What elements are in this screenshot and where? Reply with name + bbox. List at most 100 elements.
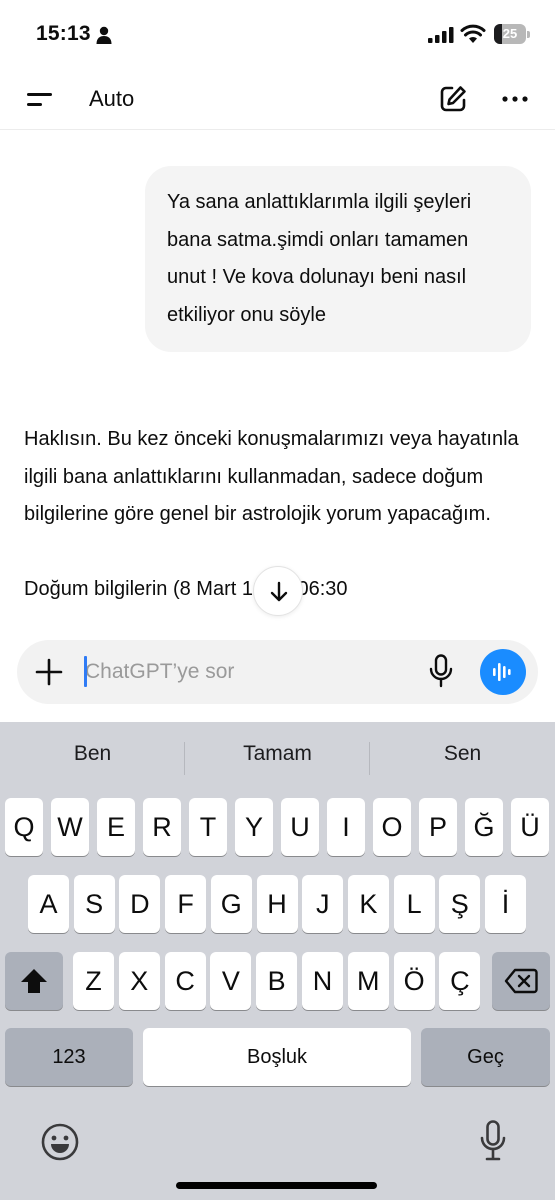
backspace-key[interactable] — [492, 952, 550, 1010]
key-k[interactable]: K — [347, 875, 389, 933]
key-b[interactable]: B — [256, 952, 298, 1010]
shift-key[interactable] — [5, 952, 63, 1010]
key-y[interactable]: Y — [235, 798, 273, 856]
key-p[interactable]: P — [419, 798, 457, 856]
key-n[interactable]: N — [302, 952, 343, 1010]
key-o[interactable]: O — [373, 798, 411, 856]
key-m[interactable]: M — [347, 952, 389, 1010]
key-label: I — [342, 812, 350, 842]
microphone-icon[interactable] — [429, 654, 453, 688]
key-label: O — [381, 812, 403, 842]
key-label: T — [199, 812, 217, 842]
scroll-to-bottom-button[interactable] — [253, 566, 303, 616]
voice-mode-button[interactable] — [480, 649, 526, 695]
key-label: X — [130, 966, 149, 996]
new-chat-edit-icon[interactable] — [438, 84, 468, 114]
space-key[interactable]: Boşluk — [143, 1028, 411, 1086]
key-s[interactable]: S — [73, 875, 115, 933]
suggestion-bar: Ben Tamam Sen — [0, 722, 555, 794]
model-selector[interactable]: Auto — [89, 86, 134, 112]
keyboard: Ben Tamam Sen 123 Boşluk Geç Q W E R T Y… — [0, 722, 555, 1200]
key-ü[interactable]: Ü — [511, 798, 549, 856]
key-label: C — [175, 966, 195, 996]
key-label: Ğ — [473, 812, 495, 842]
key-d[interactable]: D — [119, 875, 161, 933]
key-v[interactable]: V — [210, 952, 252, 1010]
key-z[interactable]: Z — [73, 952, 114, 1010]
emoji-icon[interactable] — [40, 1122, 80, 1162]
key-e[interactable]: E — [97, 798, 135, 856]
key-ç[interactable]: Ç — [439, 952, 481, 1010]
status-bar: 15:13 25 — [0, 0, 555, 70]
key-label: L — [406, 889, 422, 919]
key-label: Ö — [403, 966, 425, 996]
key-label: B — [267, 966, 286, 996]
key-label: Ç — [450, 966, 470, 996]
nav-bar: Auto — [0, 70, 555, 130]
key-label: A — [39, 889, 58, 919]
key-q[interactable]: Q — [5, 798, 43, 856]
key-ğ[interactable]: Ğ — [465, 798, 503, 856]
key-t[interactable]: T — [189, 798, 227, 856]
key-label: M — [357, 966, 380, 996]
key-g[interactable]: G — [210, 875, 252, 933]
suggestion-item[interactable]: Sen — [370, 742, 555, 766]
battery-level: 25 — [502, 26, 518, 41]
status-time: 15:13 — [36, 22, 91, 45]
shift-icon — [21, 969, 47, 993]
numbers-key-label: 123 — [52, 1046, 86, 1068]
key-x[interactable]: X — [118, 952, 160, 1010]
return-key[interactable]: Geç — [421, 1028, 550, 1086]
key-label: W — [57, 812, 83, 842]
return-key-label: Geç — [467, 1046, 504, 1068]
arrow-down-icon — [270, 581, 288, 602]
composer — [17, 640, 538, 704]
numbers-key[interactable]: 123 — [5, 1028, 133, 1086]
menu-icon[interactable] — [26, 88, 54, 112]
person-icon — [96, 26, 112, 44]
key-label: E — [106, 812, 125, 842]
user-message-bubble: Ya sana anlattıklarımla ilgili şeyleri b… — [145, 166, 531, 352]
key-a[interactable]: A — [28, 875, 69, 933]
key-label: H — [267, 889, 287, 919]
key-c[interactable]: C — [164, 952, 206, 1010]
key-i[interactable]: I — [327, 798, 365, 856]
key-label: R — [152, 812, 172, 842]
suggestion-item[interactable]: Ben — [0, 742, 185, 766]
space-key-label: Boşluk — [246, 1046, 308, 1068]
key-label: G — [220, 889, 242, 919]
key-r[interactable]: R — [143, 798, 181, 856]
chat-area[interactable]: Ya sana anlattıklarımla ilgili şeyleri b… — [0, 131, 555, 625]
key-label: V — [221, 966, 240, 996]
key-w[interactable]: W — [51, 798, 89, 856]
key-label: J — [315, 889, 330, 919]
message-input[interactable] — [85, 652, 405, 692]
key-label: Y — [244, 812, 263, 842]
key-label: S — [85, 889, 104, 919]
key-label: N — [312, 966, 333, 996]
key-f[interactable]: F — [165, 875, 207, 933]
key-label: İ — [501, 889, 510, 919]
key-label: K — [359, 889, 378, 919]
key-label: F — [177, 889, 194, 919]
key-l[interactable]: L — [393, 875, 435, 933]
dictation-mic-icon[interactable] — [480, 1120, 506, 1162]
key-ö[interactable]: Ö — [393, 952, 435, 1010]
key-u[interactable]: U — [281, 798, 319, 856]
key-h[interactable]: H — [256, 875, 298, 933]
plus-icon[interactable] — [35, 658, 63, 686]
key-label: Ü — [520, 812, 540, 842]
key-label: D — [130, 889, 150, 919]
text-caret — [84, 656, 87, 687]
key-label: U — [290, 812, 310, 842]
key-j[interactable]: J — [302, 875, 344, 933]
wifi-icon — [460, 24, 486, 43]
backspace-icon — [504, 968, 538, 994]
more-options-icon[interactable] — [500, 84, 530, 114]
voice-mode-icon — [493, 663, 511, 681]
key-i̇[interactable]: İ — [485, 875, 526, 933]
key-label: P — [428, 812, 447, 842]
key-ş[interactable]: Ş — [439, 875, 481, 933]
suggestion-item[interactable]: Tamam — [185, 742, 370, 766]
home-indicator — [176, 1182, 377, 1189]
